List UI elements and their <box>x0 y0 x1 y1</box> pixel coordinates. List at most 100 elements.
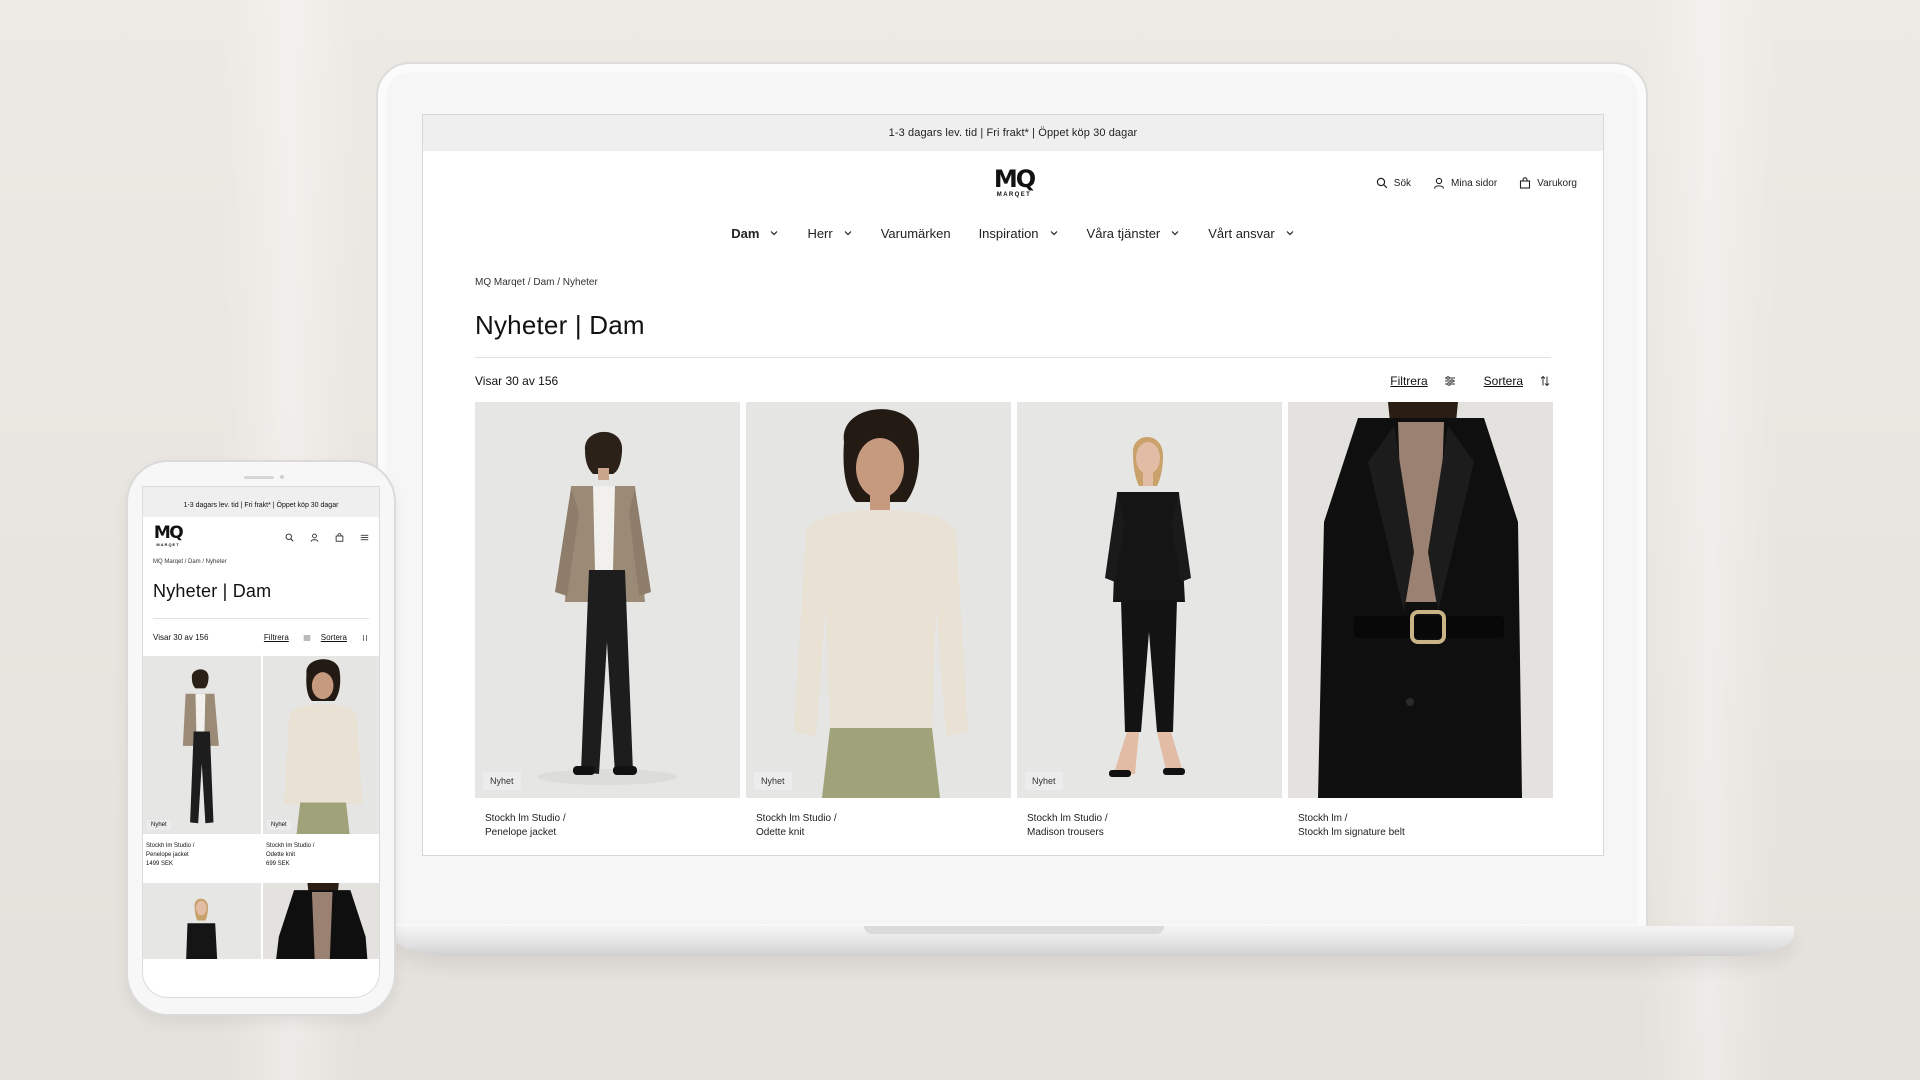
mobile-product-image[interactable] <box>263 883 379 959</box>
filter-label: Filtrera <box>1390 374 1428 388</box>
product-brand: Stockh lm Studio / <box>756 813 837 824</box>
nav-label: Varumärken <box>880 225 951 241</box>
product-image[interactable] <box>1288 402 1553 798</box>
mobile-product-image[interactable] <box>143 883 261 959</box>
mobile-product-card[interactable]: Nyhet Stockh lm Studio / Penelope jacket… <box>143 656 261 881</box>
product-name: Madison trousers <box>1027 827 1104 838</box>
phone-screen: 1-3 dagars lev. tid | Fri frakt* | Öppet… <box>142 486 380 998</box>
model-trousers-image <box>1017 402 1282 798</box>
filter-label: Filtrera <box>263 633 289 642</box>
search-icon[interactable] <box>285 533 294 542</box>
result-count: Visar 30 av 156 <box>475 374 559 388</box>
product-name: Stockh lm signature belt <box>1298 827 1405 838</box>
mobile-product-card[interactable] <box>263 883 379 959</box>
product-image[interactable]: Nyhet <box>746 402 1011 798</box>
logo-mark: MQ <box>153 523 184 543</box>
background-fold <box>1640 0 1780 1080</box>
product-name: Odette knit <box>756 827 805 838</box>
logo-mark: MQ <box>993 165 1036 193</box>
mobile-product-meta: Stockh lm Studio / Odette knit 699 SEK <box>263 834 379 881</box>
mobile-breadcrumb[interactable]: MQ Marqet / Dam / Nyheter <box>153 559 369 565</box>
product-brand: Stockh lm Studio / <box>485 813 566 824</box>
promo-text: 1-3 dagars lev. tid | Fri frakt* | Öppet… <box>888 127 1138 139</box>
nav-item-dam[interactable]: Dam <box>731 226 779 241</box>
product-name: Odette knit <box>266 852 296 858</box>
nav-item-varumarken[interactable]: Varumärken <box>881 226 951 241</box>
site-header: MQ MARQET Sök Mina sidor Varukorg <box>423 151 1603 213</box>
promo-bar: 1-3 dagars lev. tid | Fri frakt* | Öppet… <box>423 115 1603 151</box>
model-knit-image <box>746 402 1011 798</box>
product-brand: Stockh lm Studio / <box>266 843 315 849</box>
laptop-screen: 1-3 dagars lev. tid | Fri frakt* | Öppet… <box>422 114 1604 856</box>
bag-icon[interactable] <box>335 533 344 542</box>
mobile-toolbar: Visar 30 av 156 Filtrera Sortera <box>153 633 369 642</box>
product-card[interactable]: Nyhet Stockh lm Studio / Penelope jacket <box>475 402 740 840</box>
product-image[interactable]: Nyhet <box>1017 402 1282 798</box>
nav-label: Dam <box>731 225 760 241</box>
mobile-product-card[interactable] <box>143 883 261 959</box>
mobile-content: MQ Marqet / Dam / Nyheter Nyheter | Dam … <box>143 559 379 642</box>
brand-logo[interactable]: MQ MARQET <box>992 167 1036 199</box>
nav-item-inspiration[interactable]: Inspiration <box>979 226 1059 241</box>
page-title: Nyheter | Dam <box>475 310 645 340</box>
user-icon <box>1433 177 1445 189</box>
model-trousers-image <box>143 883 261 959</box>
mobile-toolbar-actions: Filtrera Sortera <box>264 633 369 642</box>
sort-label: Sortera <box>1483 374 1523 388</box>
model-jacket-image <box>475 402 740 798</box>
mobile-promo-text: 1-3 dagars lev. tid | Fri frakt* | Öppet… <box>183 501 339 509</box>
logo-subtitle: MARQET <box>996 192 1032 198</box>
search-button[interactable]: Sök <box>1376 177 1411 189</box>
my-pages-button[interactable]: Mina sidor <box>1433 177 1497 189</box>
main-nav: Dam Herr Varumärken Inspiration Våra tjä… <box>423 213 1603 253</box>
mobile-product-image[interactable]: Nyhet <box>143 656 261 834</box>
nav-label: Våra tjänster <box>1086 225 1161 241</box>
nav-label: Vårt ansvar <box>1208 225 1275 241</box>
filter-button[interactable]: Filtrera <box>1390 374 1455 388</box>
chevron-down-icon <box>844 231 852 236</box>
laptop-notch <box>864 926 1164 934</box>
chevron-down-icon <box>1171 231 1179 236</box>
new-badge: Nyhet <box>754 772 792 790</box>
nav-item-herr[interactable]: Herr <box>807 226 852 241</box>
my-pages-label: Mina sidor <box>1451 177 1498 189</box>
user-icon[interactable] <box>310 533 319 542</box>
sort-button[interactable]: Sortera <box>1484 374 1551 388</box>
chevron-down-icon <box>1050 231 1057 236</box>
mobile-header-icons <box>285 533 369 542</box>
phone-camera <box>280 475 284 479</box>
search-label: Sök <box>1393 177 1412 189</box>
chevron-down-icon <box>1286 231 1294 236</box>
product-meta: Stockh lm Studio / Penelope jacket <box>475 812 740 840</box>
breadcrumb[interactable]: MQ Marqet / Dam / Nyheter <box>475 277 1551 288</box>
phone-frame: 1-3 dagars lev. tid | Fri frakt* | Öppet… <box>126 460 396 1016</box>
mobile-brand-logo[interactable]: MQ MARQET <box>151 523 185 548</box>
product-name: Penelope jacket <box>146 852 189 858</box>
mobile-product-image[interactable]: Nyhet <box>263 656 379 834</box>
nav-item-vart-ansvar[interactable]: Vårt ansvar <box>1208 226 1294 241</box>
product-grid: Nyhet Stockh lm Studio / Penelope jacket <box>475 402 1553 840</box>
product-image[interactable]: Nyhet <box>475 402 740 798</box>
product-meta: Stockh lm / Stockh lm signature belt <box>1288 812 1553 840</box>
product-card[interactable]: Stockh lm / Stockh lm signature belt <box>1288 402 1553 840</box>
product-brand: Stockh lm Studio / <box>146 843 195 849</box>
chevron-down-icon <box>771 231 778 236</box>
mobile-product-grid: Nyhet Stockh lm Studio / Penelope jacket… <box>143 656 379 959</box>
filter-icon <box>1444 376 1455 386</box>
sort-icon <box>363 634 367 641</box>
product-meta: Stockh lm Studio / Madison trousers <box>1017 812 1282 840</box>
cart-label: Varukorg <box>1537 177 1577 189</box>
menu-icon[interactable] <box>360 533 369 542</box>
search-icon <box>1376 177 1388 189</box>
product-meta: Stockh lm Studio / Odette knit <box>746 812 1011 840</box>
product-card[interactable]: Nyhet Stockh lm Studio / Madison trouser… <box>1017 402 1282 840</box>
product-card[interactable]: Nyhet Stockh lm Studio / Odette knit <box>746 402 1011 840</box>
new-badge: Nyhet <box>483 772 521 790</box>
mobile-sort-button[interactable]: Sortera <box>321 633 369 642</box>
phone-speaker <box>244 476 274 479</box>
cart-button[interactable]: Varukorg <box>1519 177 1577 189</box>
mobile-filter-button[interactable]: Filtrera <box>264 633 311 642</box>
nav-item-vara-tjanster[interactable]: Våra tjänster <box>1087 226 1181 241</box>
mobile-product-card[interactable]: Nyhet Stockh lm Studio / Odette knit 699… <box>263 656 379 881</box>
toolbar-actions: Filtrera Sortera <box>1390 374 1551 388</box>
